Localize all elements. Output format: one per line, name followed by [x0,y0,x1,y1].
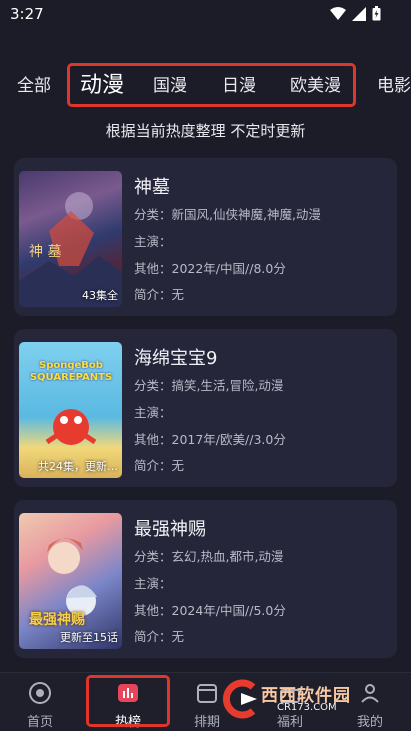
tab-movies[interactable]: 电影 [377,68,411,104]
item-cast: 主演： [134,576,172,591]
nav-hot[interactable]: 热榜 [98,679,158,731]
list-item[interactable]: 神 墓 43集全 神墓 分类：新国风,仙侠神魔,神魔,动漫 主演： 其他：202… [14,158,397,316]
item-other: 其他：2022年/中国//8.0分 [134,261,286,276]
poster: 最强神赐 更新至15话 [19,513,122,649]
poster-logo: SpongeBob SQUAREPANTS [29,360,113,383]
item-title: 神墓 [134,177,170,198]
poster: SpongeBob SQUAREPANTS 共24集，更新… [19,342,122,478]
episode-badge: 43集全 [82,289,118,302]
battery-icon [372,6,381,21]
item-other: 其他：2017年/欧美//3.0分 [134,432,286,447]
item-other: 其他：2024年/中国//5.0分 [134,603,286,618]
item-category: 分类：搞笑,生活,冒险,动漫 [134,378,284,393]
episode-badge: 更新至15话 [60,631,118,644]
status-time: 3:27 [10,5,44,23]
item-category: 分类：玄幻,热血,都市,动漫 [134,549,284,564]
watermark: 西西软件园 CR173.COM [217,679,393,719]
status-bar: 3:27 [0,0,411,30]
nav-home[interactable]: 首页 [10,679,70,731]
poster-logo: 最强神赐 [29,612,85,628]
item-cast: 主演： [134,234,172,249]
signal-icon [352,6,366,21]
tab-japanese-anime[interactable]: 日漫 [222,68,256,104]
item-intro: 简介：无 [134,458,185,473]
wifi-icon [330,6,346,20]
item-cast: 主演： [134,405,172,420]
list-item[interactable]: SpongeBob SQUAREPANTS 共24集，更新… 海绵宝宝9 分类：… [14,329,397,487]
poster: 神 墓 43集全 [19,171,122,307]
tab-western-anime[interactable]: 欧美漫 [290,68,341,104]
episode-badge: 共24集，更新… [38,460,118,473]
item-title: 海绵宝宝9 [134,348,218,369]
item-intro: 简介：无 [134,287,185,302]
watermark-subtitle: CR173.COM [277,702,337,713]
ranking-subtitle: 根据当前热度整理 不定时更新 [105,122,306,140]
home-icon [29,682,51,704]
list-item[interactable]: 最强神赐 更新至15话 最强神赐 分类：玄幻,热血,都市,动漫 主演： 其他：2… [14,500,397,658]
item-title: 最强神赐 [134,519,206,540]
poster-logo: 神 墓 [29,244,62,260]
tab-anime[interactable]: 动漫 [80,68,124,104]
status-icons [330,6,381,21]
watermark-logo-icon [222,679,257,719]
nav-home-label: 首页 [26,715,53,730]
item-intro: 简介：无 [134,629,185,644]
item-category: 分类：新国风,仙侠神魔,神魔,动漫 [134,207,321,222]
chart-icon [118,684,138,702]
category-tabs: 全部 动漫 国漫 日漫 欧美漫 电影 [0,68,411,104]
tab-domestic-anime[interactable]: 国漫 [153,68,187,104]
tab-all[interactable]: 全部 [17,68,51,104]
nav-hot-label: 热榜 [114,715,141,730]
calendar-icon [197,684,217,703]
